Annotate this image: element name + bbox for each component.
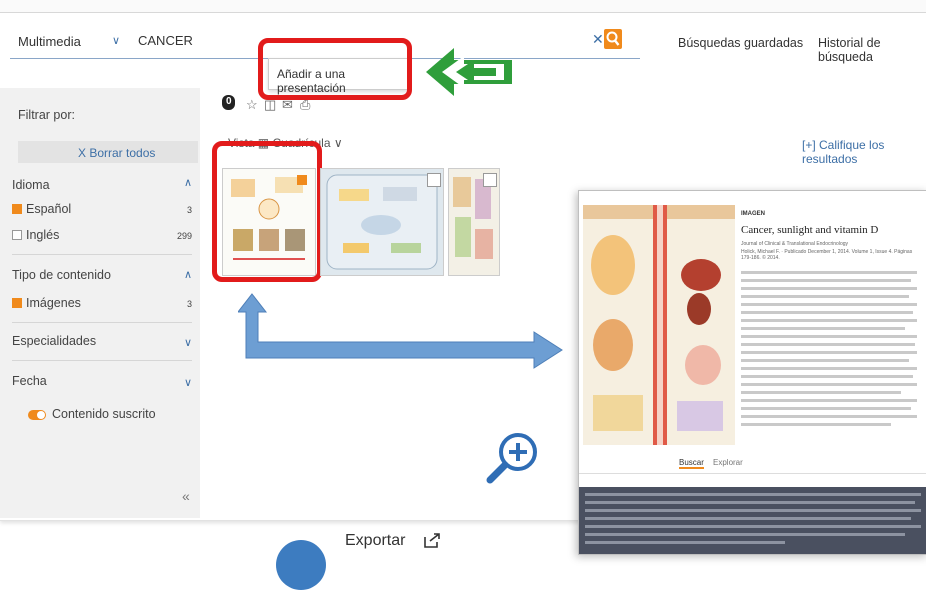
image-detail-panel: IMAGEN Cancer, sunlight and vitamin D Jo… <box>578 190 926 555</box>
zoom-in-icon <box>486 433 537 484</box>
detail-text-line <box>585 501 915 504</box>
detail-description-line <box>741 335 917 338</box>
star-icon[interactable]: ☆ <box>246 97 258 113</box>
detail-description-line <box>741 311 913 314</box>
detail-description-line <box>741 423 891 426</box>
detail-text-line <box>585 533 905 536</box>
content-images-count: 3 <box>186 299 192 309</box>
export-link[interactable]: Exportar <box>345 532 405 550</box>
detail-description-line <box>741 279 911 282</box>
detail-description-line <box>741 391 901 394</box>
detail-tabs: Buscar Explorar <box>579 455 926 474</box>
detail-description-line <box>741 327 905 330</box>
detail-image-illustration <box>583 205 735 445</box>
date-filter-title[interactable]: Fecha <box>12 374 47 388</box>
detail-description-line <box>741 375 913 378</box>
detail-text-line <box>585 493 921 496</box>
top-strip <box>0 0 926 13</box>
search-button[interactable] <box>604 29 622 49</box>
subscribed-content-label[interactable]: Contenido suscrito <box>52 407 156 421</box>
detail-description-line <box>741 295 909 298</box>
content-images-checkbox[interactable] <box>12 298 22 308</box>
divider <box>12 254 192 255</box>
chevron-up-icon[interactable]: ∧ <box>184 176 192 189</box>
detail-text-line <box>585 541 785 544</box>
highlight-box-popup <box>258 38 412 100</box>
detail-description-line <box>741 359 909 362</box>
search-history-link[interactable]: Historial de búsqueda <box>818 36 926 64</box>
rate-results-link[interactable]: [+] Califique los resultados <box>802 138 926 166</box>
language-english-checkbox[interactable] <box>12 230 22 240</box>
category-select[interactable]: Multimedia <box>18 34 81 49</box>
tab-explore[interactable]: Explorar <box>713 458 743 467</box>
chevron-up-icon[interactable]: ∧ <box>184 268 192 281</box>
detail-journal[interactable]: Journal of Clinical & Translational Endo… <box>741 241 917 247</box>
detail-text-line <box>585 525 921 528</box>
export-icon[interactable] <box>422 531 442 549</box>
detail-description-line <box>741 287 917 290</box>
detail-description-line <box>741 351 917 354</box>
detail-title: Cancer, sunlight and vitamin D <box>741 224 879 236</box>
detail-description-line <box>741 367 917 370</box>
chevron-down-icon[interactable]: ∨ <box>112 34 120 47</box>
detail-image[interactable] <box>583 205 735 445</box>
content-images-label[interactable]: Imágenes <box>26 296 81 310</box>
chevron-down-icon[interactable]: ∨ <box>184 336 192 349</box>
filter-heading: Filtrar por: <box>18 108 75 122</box>
specialties-filter-title[interactable]: Especialidades <box>12 334 96 348</box>
divider <box>12 360 192 361</box>
clear-all-button[interactable]: X Borrar todos <box>18 141 198 163</box>
detail-description-line <box>741 303 917 306</box>
result-thumbnail-2[interactable] <box>320 168 444 276</box>
detail-description-line <box>741 271 917 274</box>
language-english-count: 299 <box>176 231 192 241</box>
language-english-label[interactable]: Inglés <box>26 228 59 242</box>
detail-description-line <box>741 415 917 418</box>
green-arrow-icon <box>426 48 512 96</box>
clear-all-label: X Borrar todos <box>78 146 156 160</box>
divider <box>12 322 192 323</box>
detail-type-label: IMAGEN <box>741 211 765 217</box>
search-icon <box>606 31 620 46</box>
thumbnail-checkbox[interactable] <box>427 173 441 187</box>
thumbnail-checkbox[interactable] <box>483 173 497 187</box>
chevron-down-icon[interactable]: ∨ <box>184 376 192 389</box>
detail-text-block <box>579 487 926 554</box>
selection-count-icon: 0 <box>222 95 235 110</box>
language-spanish-checkbox[interactable] <box>12 204 22 214</box>
search-input[interactable]: CANCER <box>138 33 193 48</box>
detail-description-line <box>741 407 911 410</box>
detail-description-line <box>741 399 917 402</box>
detail-text-line <box>585 517 911 520</box>
detail-text-line <box>585 509 921 512</box>
saved-searches-link[interactable]: Búsquedas guardadas <box>678 36 803 50</box>
result-thumbnail-image <box>321 169 443 275</box>
detail-authors: Holick, Michael F. · Publicado December … <box>741 249 913 261</box>
blue-circle-decoration <box>276 540 326 590</box>
highlight-box-thumbnail <box>212 141 322 282</box>
content-type-filter-title[interactable]: Tipo de contenido <box>12 268 111 282</box>
close-icon[interactable]: ✕ <box>592 31 604 48</box>
detail-description-line <box>741 383 917 386</box>
language-spanish-label[interactable]: Español <box>26 202 71 216</box>
detail-description-line <box>741 319 917 322</box>
language-filter-title[interactable]: Idioma <box>12 178 50 192</box>
language-spanish-count: 3 <box>186 205 192 215</box>
tab-search[interactable]: Buscar <box>679 458 704 469</box>
detail-description-line <box>741 343 915 346</box>
subscribed-content-toggle[interactable] <box>28 410 46 420</box>
blue-arrow-icon <box>238 293 563 369</box>
collapse-sidebar-icon[interactable]: « <box>182 488 190 504</box>
result-thumbnail-3[interactable] <box>448 168 500 276</box>
